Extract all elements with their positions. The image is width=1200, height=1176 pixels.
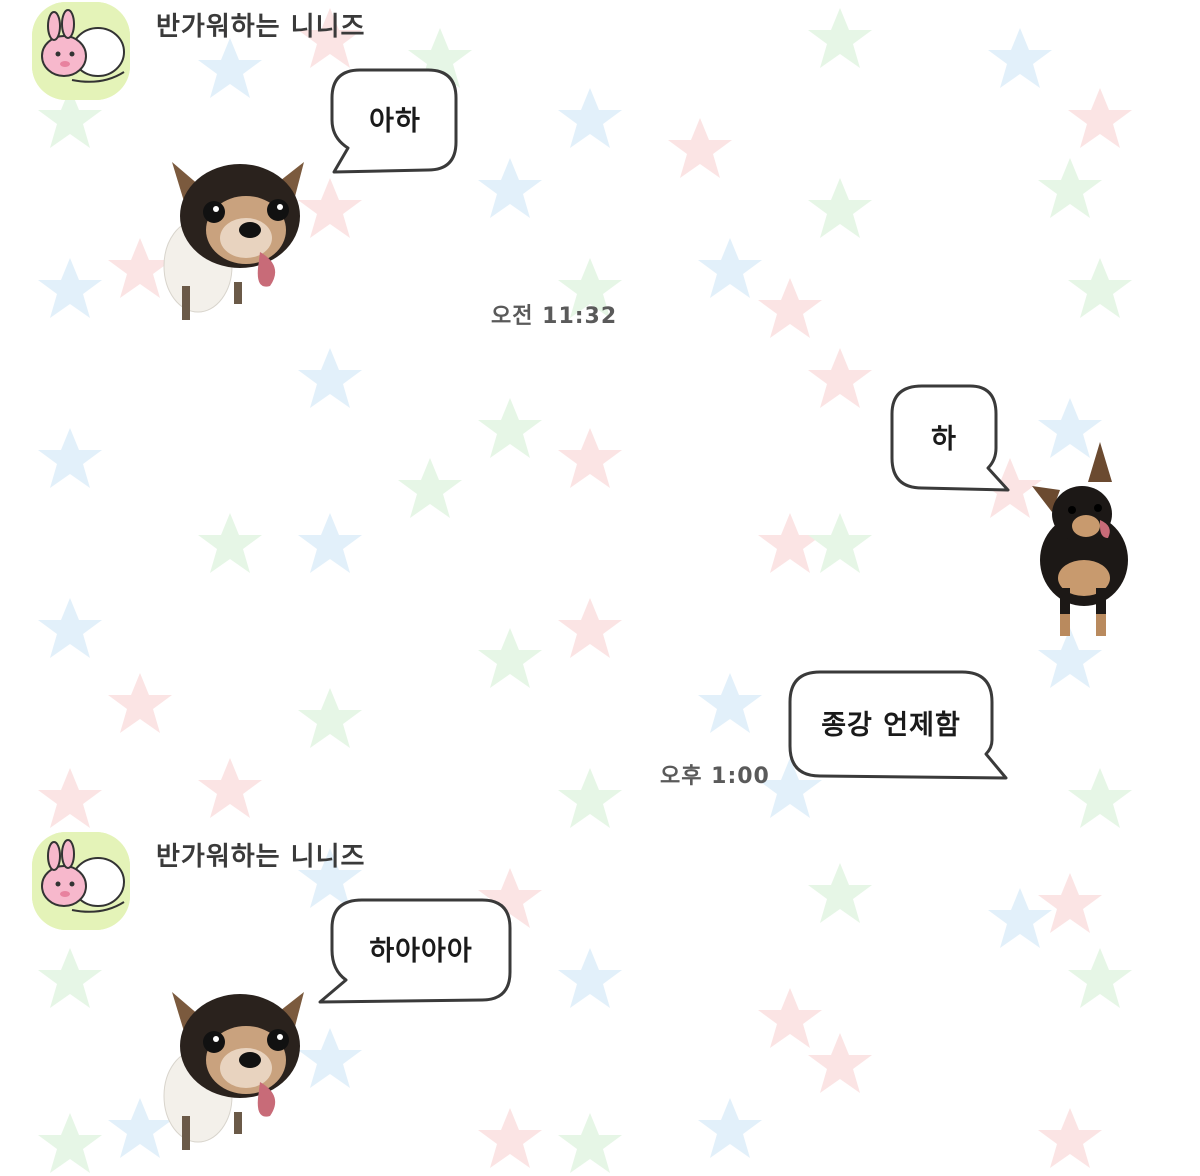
chihuahua-face-sticker-icon[interactable]: [152, 986, 312, 1154]
background-star: [398, 458, 462, 518]
background-star: [478, 628, 542, 688]
background-star: [1068, 948, 1132, 1008]
background-star: [808, 178, 872, 238]
sender-avatar[interactable]: [32, 2, 130, 100]
background-star: [808, 348, 872, 408]
chihuahua-standing-sticker-icon[interactable]: [1026, 438, 1136, 640]
message-timestamp: 오전 11:32: [491, 304, 618, 329]
background-star: [1038, 873, 1102, 933]
background-star: [478, 158, 542, 218]
background-star: [558, 428, 622, 488]
background-star: [558, 768, 622, 828]
background-star: [38, 428, 102, 488]
background-star: [198, 38, 262, 98]
background-star: [668, 118, 732, 178]
sender-name: 반가워하는 니니즈: [156, 842, 366, 872]
background-star: [298, 348, 362, 408]
bubble-text: 하아아아: [369, 935, 473, 967]
background-star: [198, 513, 262, 573]
background-star: [698, 1098, 762, 1158]
chihuahua-face-sticker-icon[interactable]: [152, 156, 312, 324]
bubble-text: 하: [931, 423, 957, 455]
background-star: [808, 8, 872, 68]
background-star: [558, 598, 622, 658]
background-star: [558, 88, 622, 148]
bunny-avatar-icon: [32, 2, 130, 100]
background-star: [38, 948, 102, 1008]
background-star: [108, 673, 172, 733]
message-timestamp: 오후 1:00: [660, 764, 770, 789]
background-star: [758, 513, 822, 573]
background-star: [198, 758, 262, 818]
background-star: [988, 28, 1052, 88]
background-star: [38, 768, 102, 828]
bubble-text: 아하: [369, 105, 421, 137]
message-bubble[interactable]: 아하: [316, 68, 458, 176]
background-star: [558, 948, 622, 1008]
background-star: [698, 673, 762, 733]
bubble-text: 종강 언제함: [821, 709, 961, 741]
background-star: [698, 238, 762, 298]
background-star: [38, 1113, 102, 1173]
sender-name: 반가워하는 니니즈: [156, 12, 366, 42]
background-star: [808, 863, 872, 923]
bunny-avatar-icon: [32, 832, 130, 930]
sender-avatar[interactable]: [32, 832, 130, 930]
background-star: [758, 988, 822, 1048]
background-star: [1068, 258, 1132, 318]
message-bubble[interactable]: 하아아아: [316, 898, 514, 1008]
background-star: [1068, 768, 1132, 828]
background-star: [298, 513, 362, 573]
background-star: [758, 278, 822, 338]
background-star: [478, 1108, 542, 1168]
background-star: [1038, 1108, 1102, 1168]
background-star: [808, 1033, 872, 1093]
background-star: [1038, 158, 1102, 218]
background-star: [38, 598, 102, 658]
message-bubble[interactable]: 종강 언제함: [786, 670, 1010, 782]
background-star: [1068, 88, 1132, 148]
message-bubble[interactable]: 하: [888, 384, 1012, 494]
background-star: [38, 258, 102, 318]
background-star: [478, 398, 542, 458]
background-star: [298, 688, 362, 748]
background-star: [558, 1113, 622, 1173]
background-star: [808, 513, 872, 573]
